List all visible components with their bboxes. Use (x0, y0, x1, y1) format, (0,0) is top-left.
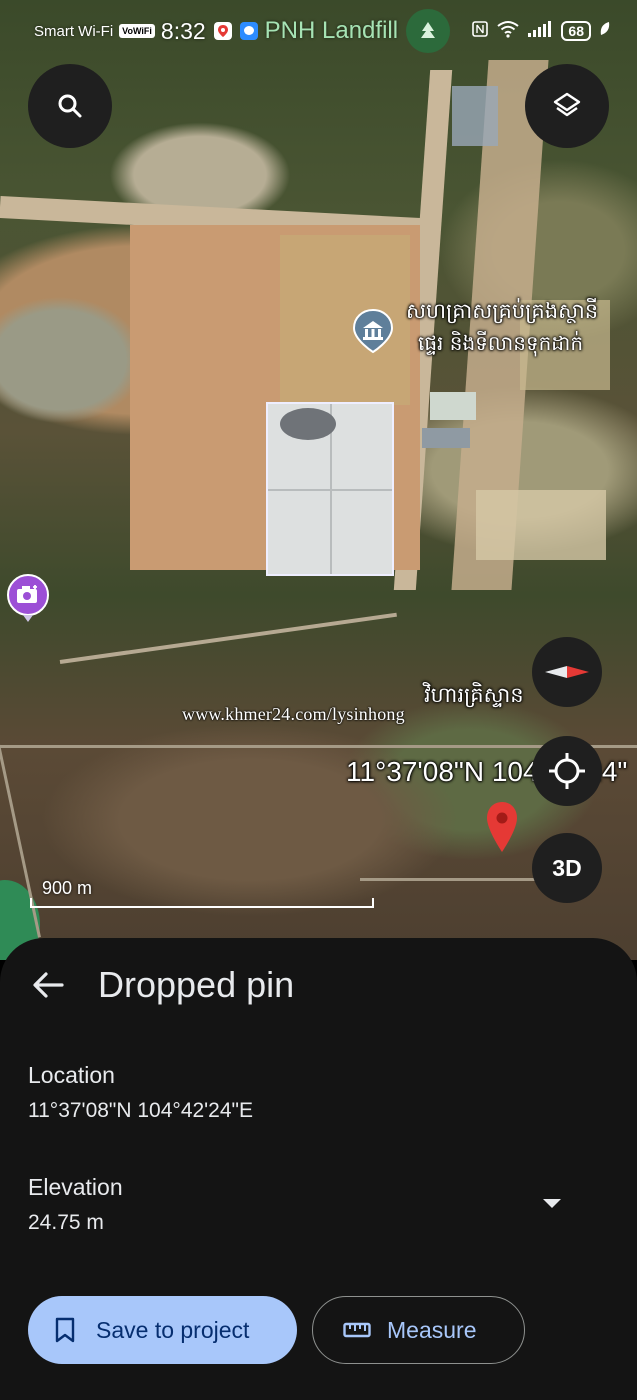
map-field (476, 490, 606, 560)
scale-label: 900 m (42, 878, 93, 898)
poi-label[interactable]: ផ្ទេរ និងទីលានទុកដាក់ (418, 330, 583, 360)
poi-label[interactable]: សហគ្រាសគ្រប់គ្រងស្ថានី (406, 298, 598, 329)
layers-icon (553, 92, 581, 117)
place-label[interactable]: វិហារគ្រិស្ទាន (424, 682, 524, 713)
battery-indicator: 68 (561, 21, 591, 41)
carrier-label: Smart Wi-Fi (34, 22, 114, 40)
landfill-cell (266, 402, 394, 576)
map-building (452, 86, 498, 146)
vowifi-badge: VoWiFi (119, 24, 155, 38)
location-value[interactable]: 11°37'08"N 104°42'24"E (28, 1099, 253, 1123)
bookmark-icon (55, 1317, 75, 1343)
expand-dropdown-button[interactable] (541, 1196, 563, 1215)
toggle-3d-button[interactable]: 3D (532, 833, 602, 903)
photo-poi-marker[interactable] (6, 574, 50, 624)
location-label: Location (28, 1062, 115, 1088)
sheet-header: Dropped pin (28, 964, 294, 1006)
measure-button[interactable]: Measure (312, 1296, 525, 1364)
nfc-icon (471, 20, 489, 43)
satellite-map[interactable]: សហគ្រាសគ្រប់គ្រងស្ថានី ផ្ទេរ និងទីលានទុក… (0, 0, 637, 960)
map-building (422, 428, 470, 448)
save-to-project-button[interactable]: Save to project (28, 1296, 297, 1364)
layers-button[interactable] (525, 64, 609, 148)
elevation-label: Elevation (28, 1174, 123, 1200)
compass-button[interactable] (532, 637, 602, 707)
back-arrow-icon (33, 972, 64, 998)
search-icon (58, 94, 82, 118)
my-location-button[interactable] (532, 736, 602, 806)
scale-bar (30, 898, 374, 908)
poi-marker[interactable] (352, 308, 394, 354)
chevron-down-icon (543, 1199, 561, 1208)
app-title: PNH Landfill (264, 17, 399, 44)
save-button-label: Save to project (96, 1316, 250, 1343)
map-road (59, 612, 397, 664)
compass-icon (545, 666, 589, 678)
maps-app-icon (213, 22, 232, 40)
measure-button-label: Measure (387, 1316, 477, 1343)
map-scale: 900 m (30, 878, 374, 908)
elevation-value: 24.75 m (28, 1211, 104, 1234)
map-building (430, 392, 476, 420)
messenger-app-icon (239, 22, 258, 40)
signal-icon (527, 20, 553, 43)
sheet-title: Dropped pin (98, 964, 295, 1005)
watermark-text: www.khmer24.com/lysinhong (182, 704, 405, 724)
status-bar: Smart Wi-Fi VoWiFi 8:32 PNH Landfill 68 (0, 0, 637, 62)
dropped-pin-icon[interactable] (485, 800, 519, 854)
earth-app-icon (406, 9, 451, 53)
place-sheet: Dropped pin Location 11°37'08"N 104°42'2… (0, 938, 637, 1400)
search-button[interactable] (28, 64, 112, 148)
back-button[interactable] (28, 965, 68, 1005)
status-time: 8:32 (160, 17, 206, 44)
leaf-icon (599, 21, 611, 42)
wifi-icon (497, 20, 520, 43)
crosshair-icon (549, 753, 585, 789)
ruler-icon (343, 1322, 371, 1338)
